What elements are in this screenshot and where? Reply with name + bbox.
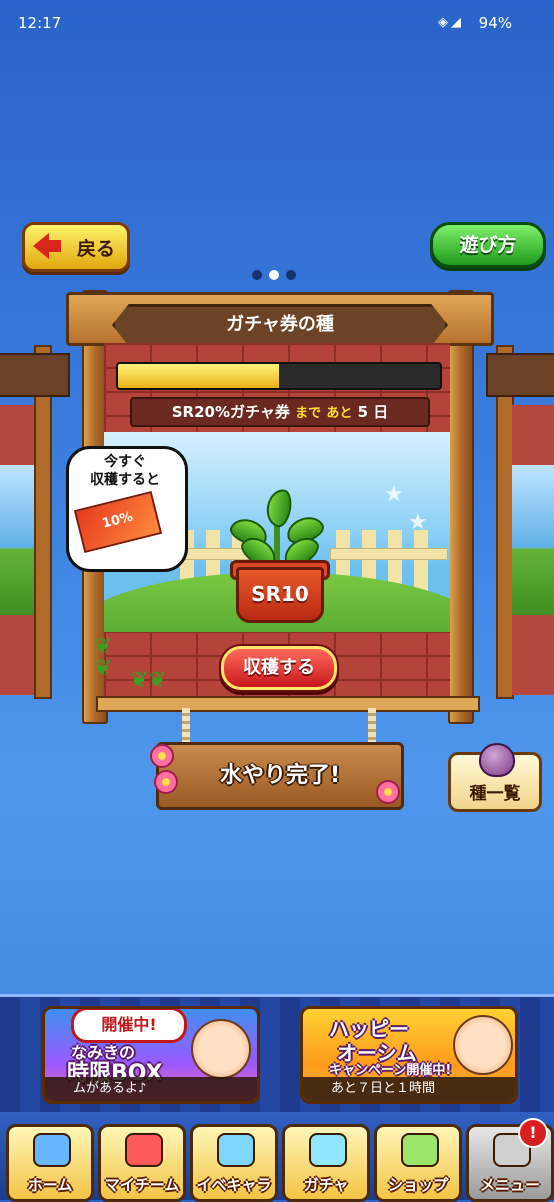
nav-label: ホーム xyxy=(27,1176,73,1194)
nav-home[interactable]: ホーム xyxy=(6,1124,94,1202)
flower-icon xyxy=(150,744,174,768)
seed-icon xyxy=(479,743,515,777)
board-title: ガチャ券の種 xyxy=(112,304,448,346)
reward-info: SR20%ガチャ券 まで あと 5 日 xyxy=(130,397,430,427)
status-time: 12:17 xyxy=(18,14,62,32)
banner-caption: ムがあるよ♪ xyxy=(45,1077,257,1101)
page-indicator xyxy=(252,265,303,284)
nav-label: ショップ xyxy=(387,1176,448,1194)
battery-level: 94% xyxy=(478,14,512,32)
character-avatar xyxy=(453,1015,513,1075)
growth-progress-fill xyxy=(118,364,279,388)
fence-rail xyxy=(330,548,448,560)
flower-icon xyxy=(376,780,400,804)
seed-list-label: 種一覧 xyxy=(469,784,521,804)
rope xyxy=(368,708,376,746)
growth-progress-bar xyxy=(116,362,442,390)
page-dot xyxy=(252,270,262,280)
vine-icon: ❦❦ xyxy=(130,668,167,693)
remaining-prefix: まで xyxy=(295,406,322,421)
remaining-days: 5 xyxy=(357,403,369,421)
board-post xyxy=(34,345,52,699)
seed-list-button[interactable]: 種一覧 xyxy=(448,743,542,812)
how-to-play-button[interactable]: 遊び方 xyxy=(430,222,546,268)
happy-orsim-campaign-banner[interactable]: ハッピー オーシム キャンペーン開催中! あと７日と１時間 xyxy=(300,1006,518,1104)
hint-line-2: 収穫すると xyxy=(90,472,160,488)
harvest-button[interactable]: 収穫する xyxy=(221,646,337,690)
board-sign xyxy=(0,353,70,397)
nav-shop[interactable]: ショップ xyxy=(374,1124,462,1202)
home-icon xyxy=(33,1133,71,1167)
signal-icons: ◈◢ xyxy=(438,15,464,30)
banner-subtitle: キャンペーン開催中! xyxy=(329,1063,452,1078)
star-icon: ★ xyxy=(384,482,404,507)
menu-notification-badge: ! xyxy=(518,1118,548,1148)
days-unit: 日 xyxy=(373,403,389,421)
page-dot xyxy=(286,270,296,280)
plant-pot[interactable]: SR10 xyxy=(236,567,324,623)
nav-label: マイチーム xyxy=(104,1176,180,1194)
status-bar: 12:17 ◈◢ 94% xyxy=(0,0,554,46)
flower-icon xyxy=(154,770,178,794)
board-sign xyxy=(486,353,554,397)
harvest-hint-text: 今すぐ 収穫すると xyxy=(72,453,178,489)
garden-scene xyxy=(0,465,34,615)
garden-scene xyxy=(512,465,554,615)
nav-label: メニュー xyxy=(479,1176,540,1194)
gacha-icon xyxy=(309,1133,347,1167)
event-badge: 開催中! xyxy=(71,1009,187,1043)
previous-seed-board[interactable] xyxy=(0,345,70,699)
time-limited-box-banner[interactable]: 開催中! なみきの 時限BOX ムがあるよ♪ xyxy=(42,1006,260,1104)
remaining-word: あと xyxy=(326,406,353,421)
nav-label: イベキャラ xyxy=(196,1176,272,1194)
back-button-label: 戻る xyxy=(77,238,116,260)
nav-my-team[interactable]: マイチーム xyxy=(98,1124,186,1202)
nav-label: ガチャ xyxy=(303,1176,349,1194)
character-avatar xyxy=(191,1019,251,1079)
watering-status-sign: 水やり完了! xyxy=(156,742,404,810)
next-seed-board[interactable] xyxy=(486,345,554,699)
board-post-right xyxy=(448,290,474,724)
nav-gacha[interactable]: ガチャ xyxy=(282,1124,370,1202)
reward-name: SR20%ガチャ券 xyxy=(171,403,290,421)
hint-line-1: 今すぐ xyxy=(104,454,146,470)
back-arrow-icon xyxy=(33,233,61,259)
event-chara-icon xyxy=(217,1133,255,1167)
board-ledge xyxy=(96,696,480,712)
vine-icon: ❦❦ xyxy=(94,634,113,681)
banner-caption: あと７日と１時間 xyxy=(303,1077,515,1101)
nav-event-characters[interactable]: イベキャラ xyxy=(190,1124,278,1202)
rope xyxy=(182,708,190,746)
page-dot-active xyxy=(269,270,279,280)
shop-icon xyxy=(401,1133,439,1167)
back-button[interactable]: 戻る xyxy=(22,222,130,272)
team-icon xyxy=(125,1133,163,1167)
